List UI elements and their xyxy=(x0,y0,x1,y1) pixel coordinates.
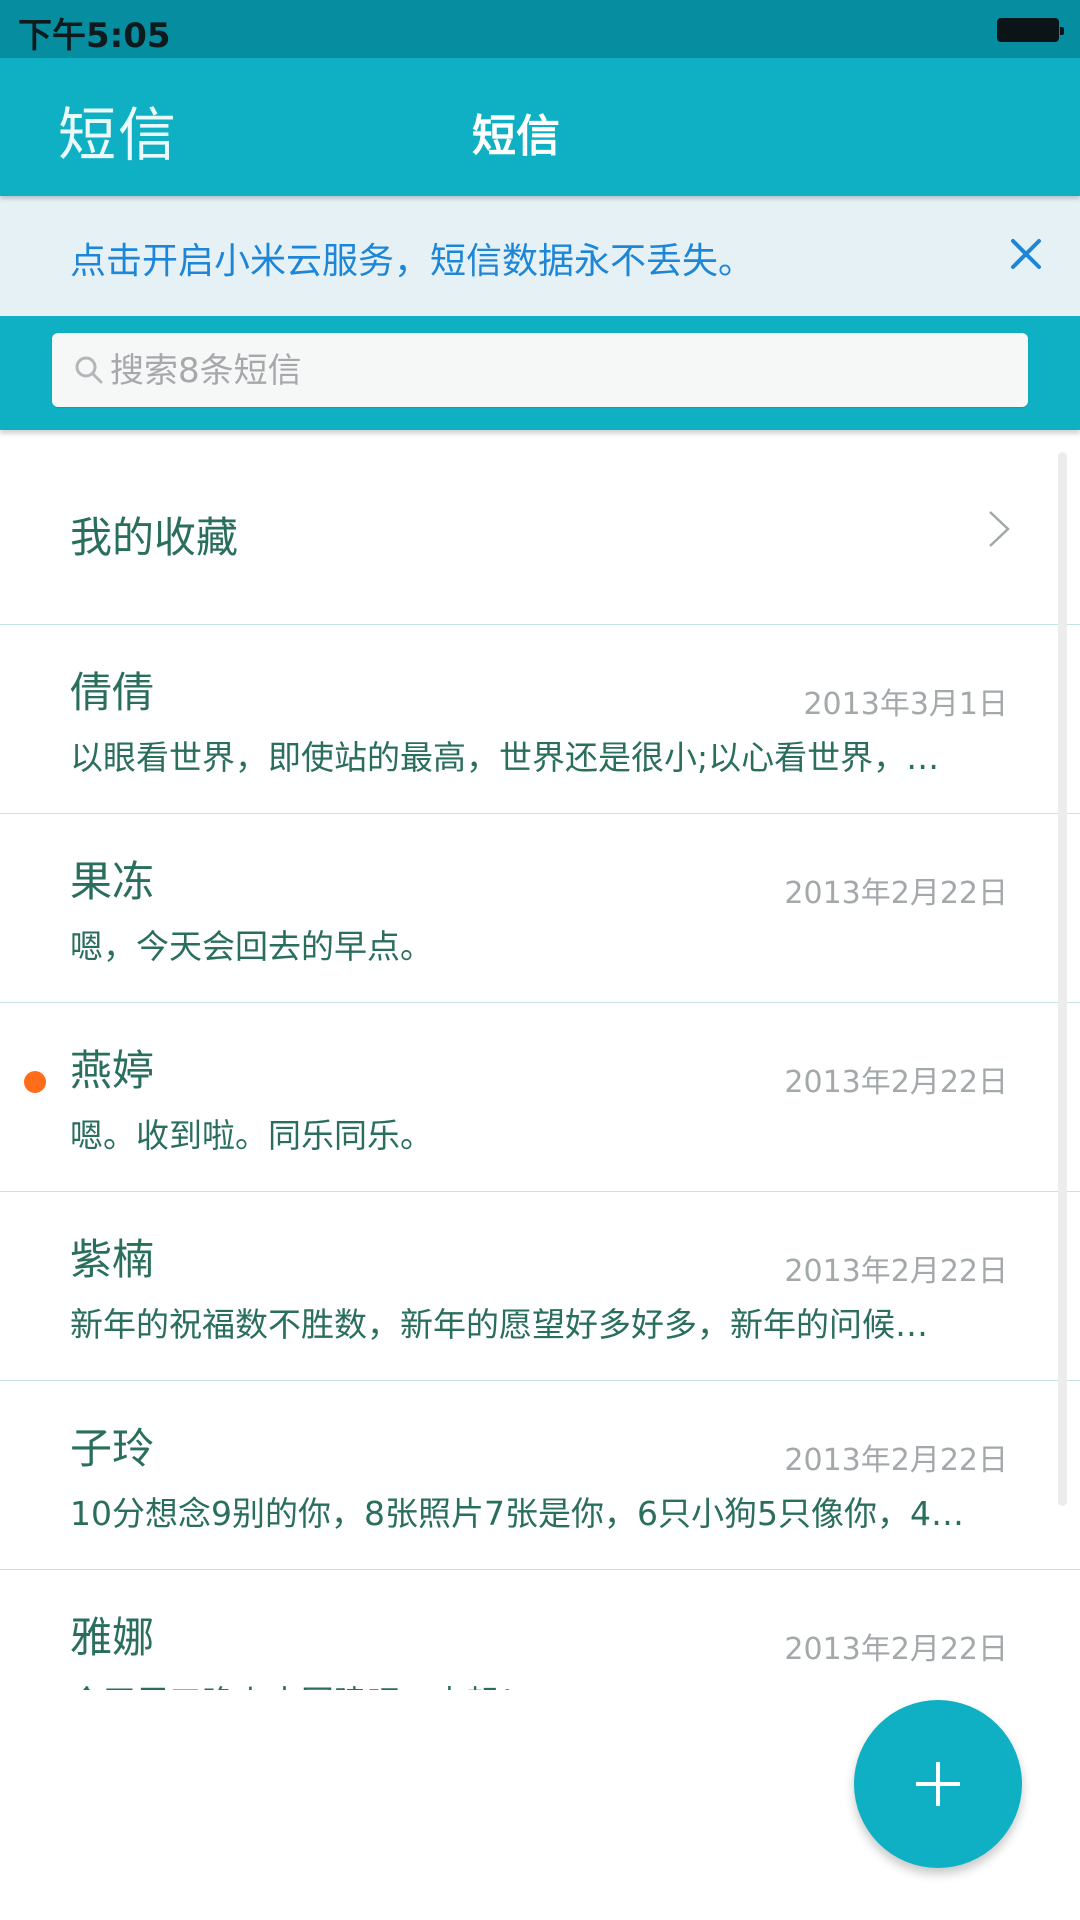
message-preview: 嗯，今天会回去的早点。 xyxy=(70,927,433,966)
conversation-row[interactable]: 燕婷 2013年2月22日 嗯。收到啦。同乐同乐。 xyxy=(0,1003,1080,1192)
message-date: 2013年2月22日 xyxy=(784,876,1008,911)
message-preview: 新年的祝福数不胜数，新年的愿望好多好多，新年的问候… xyxy=(70,1305,928,1344)
message-preview: 10分想念9别的你，8张照片7张是你，6只小狗5只像你，4… xyxy=(70,1494,964,1533)
banner-text[interactable]: 点击开启小米云服务，短信数据永不丢失。 xyxy=(70,232,754,284)
close-icon[interactable] xyxy=(1008,236,1044,272)
plus-icon xyxy=(914,1760,962,1808)
conversation-list[interactable]: 我的收藏 倩倩 2013年3月1日 以眼看世界，即使站的最高，世界还是很小;以心… xyxy=(0,430,1080,1690)
message-preview: 以眼看世界，即使站的最高，世界还是很小;以心看世界，… xyxy=(70,738,940,777)
conversation-row[interactable]: 紫楠 2013年2月22日 新年的祝福数不胜数，新年的愿望好多好多，新年的问候… xyxy=(0,1192,1080,1381)
message-preview: 今天周五晚上去团建吧，走起！ xyxy=(70,1676,1000,1690)
contact-name: 倩倩 xyxy=(70,668,155,717)
scrollbar[interactable] xyxy=(1058,452,1067,1506)
unread-indicator xyxy=(24,1071,46,1093)
search-icon xyxy=(74,355,104,385)
message-date: 2013年2月22日 xyxy=(784,1632,1008,1667)
search-box[interactable] xyxy=(52,333,1028,409)
contact-name: 雅娜 xyxy=(70,1613,155,1662)
battery-icon xyxy=(997,18,1064,42)
app-title: 短信 xyxy=(58,101,179,169)
message-date: 2013年2月22日 xyxy=(784,1443,1008,1478)
conversation-row[interactable]: 子玲 2013年2月22日 10分想念9别的你，8张照片7张是你，6只小狗5只像… xyxy=(0,1381,1080,1570)
cloud-service-banner[interactable]: 点击开启小米云服务，短信数据永不丢失。 xyxy=(0,196,1080,316)
conversation-row[interactable]: 雅娜 2013年2月22日 今天周五晚上去团建吧，走起！ xyxy=(0,1570,1080,1690)
new-message-button[interactable] xyxy=(854,1700,1022,1868)
message-date: 2013年3月1日 xyxy=(803,687,1008,722)
status-time: 下午5:05 xyxy=(18,16,171,56)
conversation-row[interactable]: 果冻 2013年2月22日 嗯，今天会回去的早点。 xyxy=(0,814,1080,1003)
favorites-row[interactable]: 我的收藏 xyxy=(0,430,1080,625)
page-title: 短信 xyxy=(472,111,560,162)
chevron-right-icon xyxy=(986,508,1012,550)
message-date: 2013年2月22日 xyxy=(784,1065,1008,1100)
message-preview: 嗯。收到啦。同乐同乐。 xyxy=(70,1116,433,1155)
conversation-row[interactable]: 倩倩 2013年3月1日 以眼看世界，即使站的最高，世界还是很小;以心看世界，… xyxy=(0,625,1080,814)
contact-name: 紫楠 xyxy=(70,1235,155,1284)
search-input[interactable] xyxy=(108,333,992,409)
search-area xyxy=(0,316,1080,430)
message-date: 2013年2月22日 xyxy=(784,1254,1008,1289)
contact-name: 燕婷 xyxy=(70,1046,155,1095)
contact-name: 子玲 xyxy=(70,1424,155,1473)
contact-name: 果冻 xyxy=(70,857,155,906)
app-header: 短信 短信 xyxy=(0,58,1080,196)
status-bar: 下午5:05 xyxy=(0,0,1080,58)
favorites-label: 我的收藏 xyxy=(70,513,239,562)
